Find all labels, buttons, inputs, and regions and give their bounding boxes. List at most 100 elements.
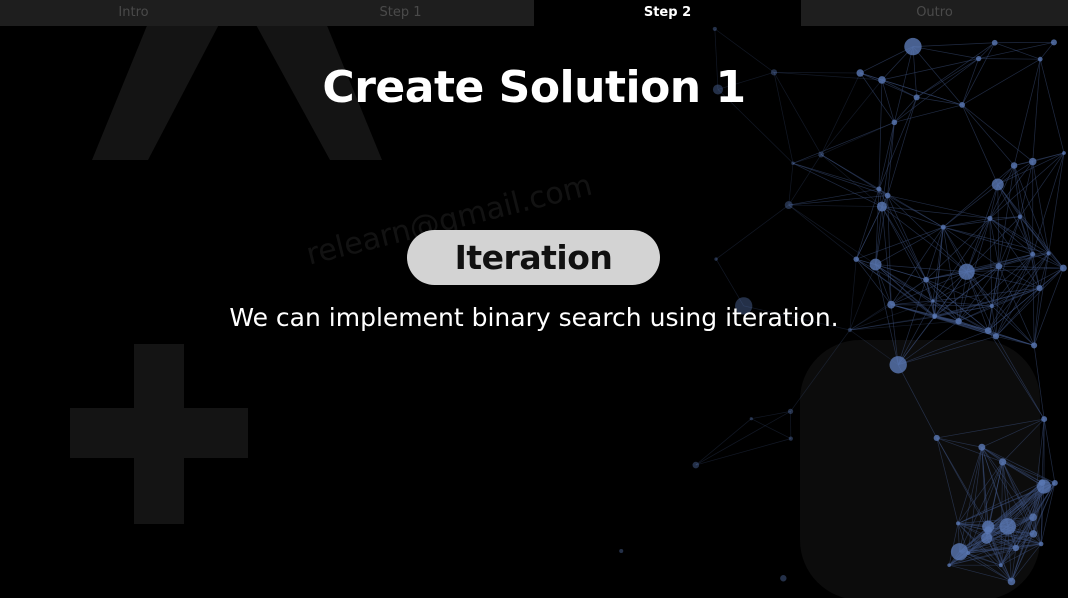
- network-node: [692, 461, 700, 469]
- slide: relearn@gmail.com Intro Step 1 Step 2 Ou…: [0, 0, 1068, 598]
- network-node: [1012, 544, 1020, 552]
- network-node: [991, 178, 1004, 191]
- network-node: [780, 575, 787, 582]
- network-node: [1029, 513, 1037, 522]
- network-edge: [821, 122, 895, 155]
- network-node: [981, 532, 993, 544]
- network-node: [1059, 264, 1067, 272]
- network-node: [999, 518, 1016, 535]
- network-node: [987, 215, 993, 221]
- network-edge: [966, 184, 999, 272]
- network-node: [749, 417, 753, 421]
- network-node: [1036, 284, 1043, 292]
- network-edge: [1043, 419, 1056, 484]
- network-node: [1028, 157, 1037, 166]
- tab-intro[interactable]: Intro: [0, 0, 267, 26]
- network-node: [978, 443, 986, 451]
- network-node: [950, 543, 969, 561]
- network-node: [1050, 39, 1057, 46]
- network-node: [891, 119, 898, 126]
- network-node: [619, 548, 624, 554]
- network-edge: [788, 204, 857, 260]
- network-node: [1030, 251, 1036, 257]
- network-edge: [912, 46, 979, 59]
- network-edge: [788, 204, 882, 207]
- network-edge: [792, 162, 888, 196]
- network-node: [714, 257, 718, 261]
- network-node: [876, 186, 882, 192]
- network-node: [1041, 416, 1048, 423]
- network-node: [1031, 342, 1038, 349]
- network-edge: [715, 204, 789, 260]
- network-edge: [792, 154, 822, 164]
- tab-outro[interactable]: Outro: [801, 0, 1068, 26]
- network-node: [904, 37, 922, 56]
- network-edge: [820, 154, 880, 190]
- slide-title: Create Solution 1: [322, 62, 746, 113]
- network-edge: [978, 42, 995, 59]
- network-node: [791, 161, 795, 166]
- network-node: [712, 26, 717, 31]
- network-node: [933, 434, 940, 442]
- network-node: [958, 263, 975, 280]
- network-node: [787, 408, 794, 414]
- network-node: [889, 356, 907, 374]
- network-edge: [998, 265, 1064, 269]
- network-node: [923, 276, 929, 283]
- network-node: [1037, 56, 1043, 62]
- network-node: [869, 258, 882, 271]
- network-node: [1029, 530, 1038, 538]
- network-node: [940, 224, 946, 230]
- network-node: [876, 201, 887, 212]
- network-node: [784, 201, 793, 210]
- tab-step-1[interactable]: Step 1: [267, 0, 534, 26]
- network-edge: [788, 204, 876, 265]
- network-node: [984, 526, 993, 535]
- network-edge: [788, 188, 880, 206]
- network-edge: [989, 218, 1000, 267]
- network-node: [1007, 577, 1016, 586]
- network-edge: [695, 418, 752, 466]
- network-node: [956, 521, 961, 526]
- network-node: [995, 263, 1003, 270]
- network-node: [992, 333, 1000, 340]
- network-edge: [887, 195, 990, 219]
- network-node: [991, 39, 998, 46]
- network-edge: [695, 438, 791, 466]
- slide-description: We can implement binary search using ite…: [229, 303, 839, 332]
- network-edge: [788, 195, 888, 206]
- step-tab-bar: Intro Step 1 Step 2 Outro: [0, 0, 1068, 26]
- network-node: [998, 458, 1007, 466]
- network-node: [884, 192, 891, 199]
- network-edge: [1032, 152, 1065, 255]
- network-edge: [751, 418, 791, 439]
- network-edge: [1048, 152, 1065, 254]
- network-edge: [961, 104, 1015, 166]
- network-edge: [994, 42, 1041, 60]
- network-node: [998, 563, 1003, 568]
- network-node: [853, 256, 859, 262]
- method-badge: Iteration: [407, 230, 660, 285]
- tab-step-2[interactable]: Step 2: [534, 0, 801, 26]
- network-node: [788, 436, 793, 441]
- network-edge: [961, 104, 999, 185]
- network-node: [1038, 541, 1044, 547]
- network-edge: [881, 206, 990, 219]
- plus-shape: [70, 344, 248, 524]
- network-node: [1010, 162, 1018, 169]
- network-edge: [966, 218, 991, 272]
- network-node: [818, 151, 825, 158]
- network-node: [1017, 214, 1023, 219]
- network-edge: [978, 58, 1041, 60]
- method-badge-label: Iteration: [454, 238, 613, 277]
- network-edge: [792, 122, 895, 164]
- network-edge: [878, 122, 895, 190]
- network-node: [975, 55, 982, 62]
- network-node: [1062, 151, 1066, 155]
- network-edge: [912, 42, 995, 47]
- network-edge: [695, 411, 791, 466]
- network-node: [1051, 480, 1058, 486]
- network-node: [947, 563, 952, 568]
- network-node: [1046, 251, 1051, 256]
- network-edge: [887, 195, 967, 273]
